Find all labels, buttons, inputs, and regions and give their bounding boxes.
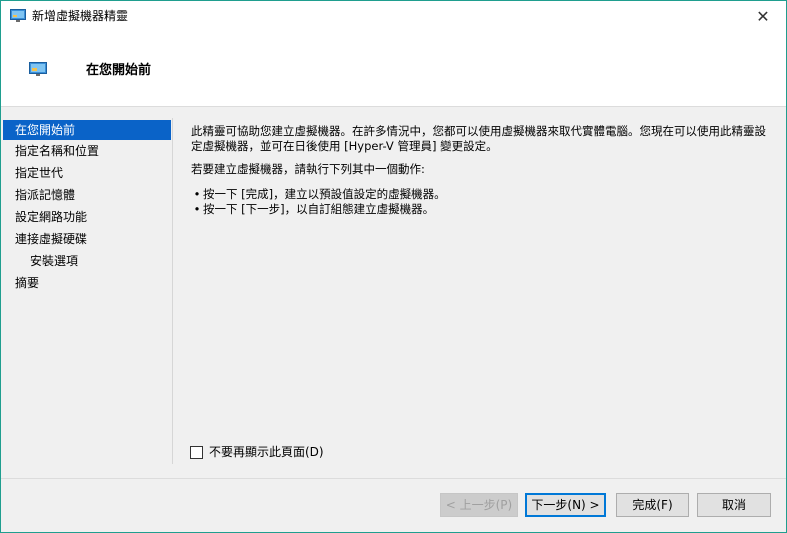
nav-item-before-you-begin[interactable]: 在您開始前 [3,120,171,140]
wizard-window: 新增虛擬機器精靈 ✕ 在您開始前 在您開始前 指定名稱和位置 指定世代 指派記憶… [0,0,787,533]
list-item: • 按一下 [完成]，建立以預設值設定的虛擬機器。 [191,187,776,202]
list-item: • 按一下 [下一步]，以自訂組態建立虛擬機器。 [191,202,776,217]
window-title: 新增虛擬機器精靈 [32,9,129,23]
bullet-glyph: • [193,202,201,216]
bullet-finish-text: 按一下 [完成]，建立以預設值設定的虛擬機器。 [203,187,446,201]
vm-monitor-icon [29,62,47,76]
close-icon: ✕ [756,6,770,26]
instruction-text: 若要建立虛擬機器，請執行下列其中一個動作: [191,162,425,176]
action-list: • 按一下 [完成]，建立以預設值設定的虛擬機器。 • 按一下 [下一步]，以自… [191,187,776,217]
next-button[interactable]: 下一步(N) > [525,493,606,517]
wizard-step-nav: 在您開始前 指定名稱和位置 指定世代 指派記憶體 設定網路功能 連接虛擬硬碟 安… [1,118,173,464]
nav-item-name-and-location[interactable]: 指定名稱和位置 [1,141,172,161]
close-button[interactable]: ✕ [740,1,786,31]
nav-item-networking[interactable]: 設定網路功能 [1,207,172,227]
title-bar[interactable]: 新增虛擬機器精靈 ✕ [1,1,786,31]
nav-item-summary[interactable]: 摘要 [1,273,172,293]
dont-show-again-checkbox[interactable] [190,445,203,459]
page-title: 在您開始前 [86,63,152,78]
nav-item-generation[interactable]: 指定世代 [1,163,172,183]
nav-item-installation-options[interactable]: 安裝選項 [1,251,172,271]
dont-show-again-label: 不要再顯示此頁面(D) [209,445,324,459]
footer-divider [1,478,786,479]
bullet-next-text: 按一下 [下一步]，以自訂組態建立虛擬機器。 [203,202,435,216]
finish-button[interactable]: 完成(F) [616,493,689,517]
previous-button[interactable]: < 上一步(P) [440,493,518,517]
intro-text: 此精靈可協助您建立虛擬機器。在許多情況中，您都可以使用虛擬機器來取代實體電腦。您… [191,124,766,153]
nav-item-virtual-hard-disk[interactable]: 連接虛擬硬碟 [1,229,172,249]
nav-item-memory[interactable]: 指派記憶體 [1,185,172,205]
vm-monitor-icon [10,9,26,22]
dont-show-again-option[interactable]: 不要再顯示此頁面(D) [190,444,324,460]
cancel-button[interactable]: 取消 [697,493,771,517]
wizard-header: 在您開始前 [1,31,786,107]
bullet-glyph: • [193,187,201,201]
